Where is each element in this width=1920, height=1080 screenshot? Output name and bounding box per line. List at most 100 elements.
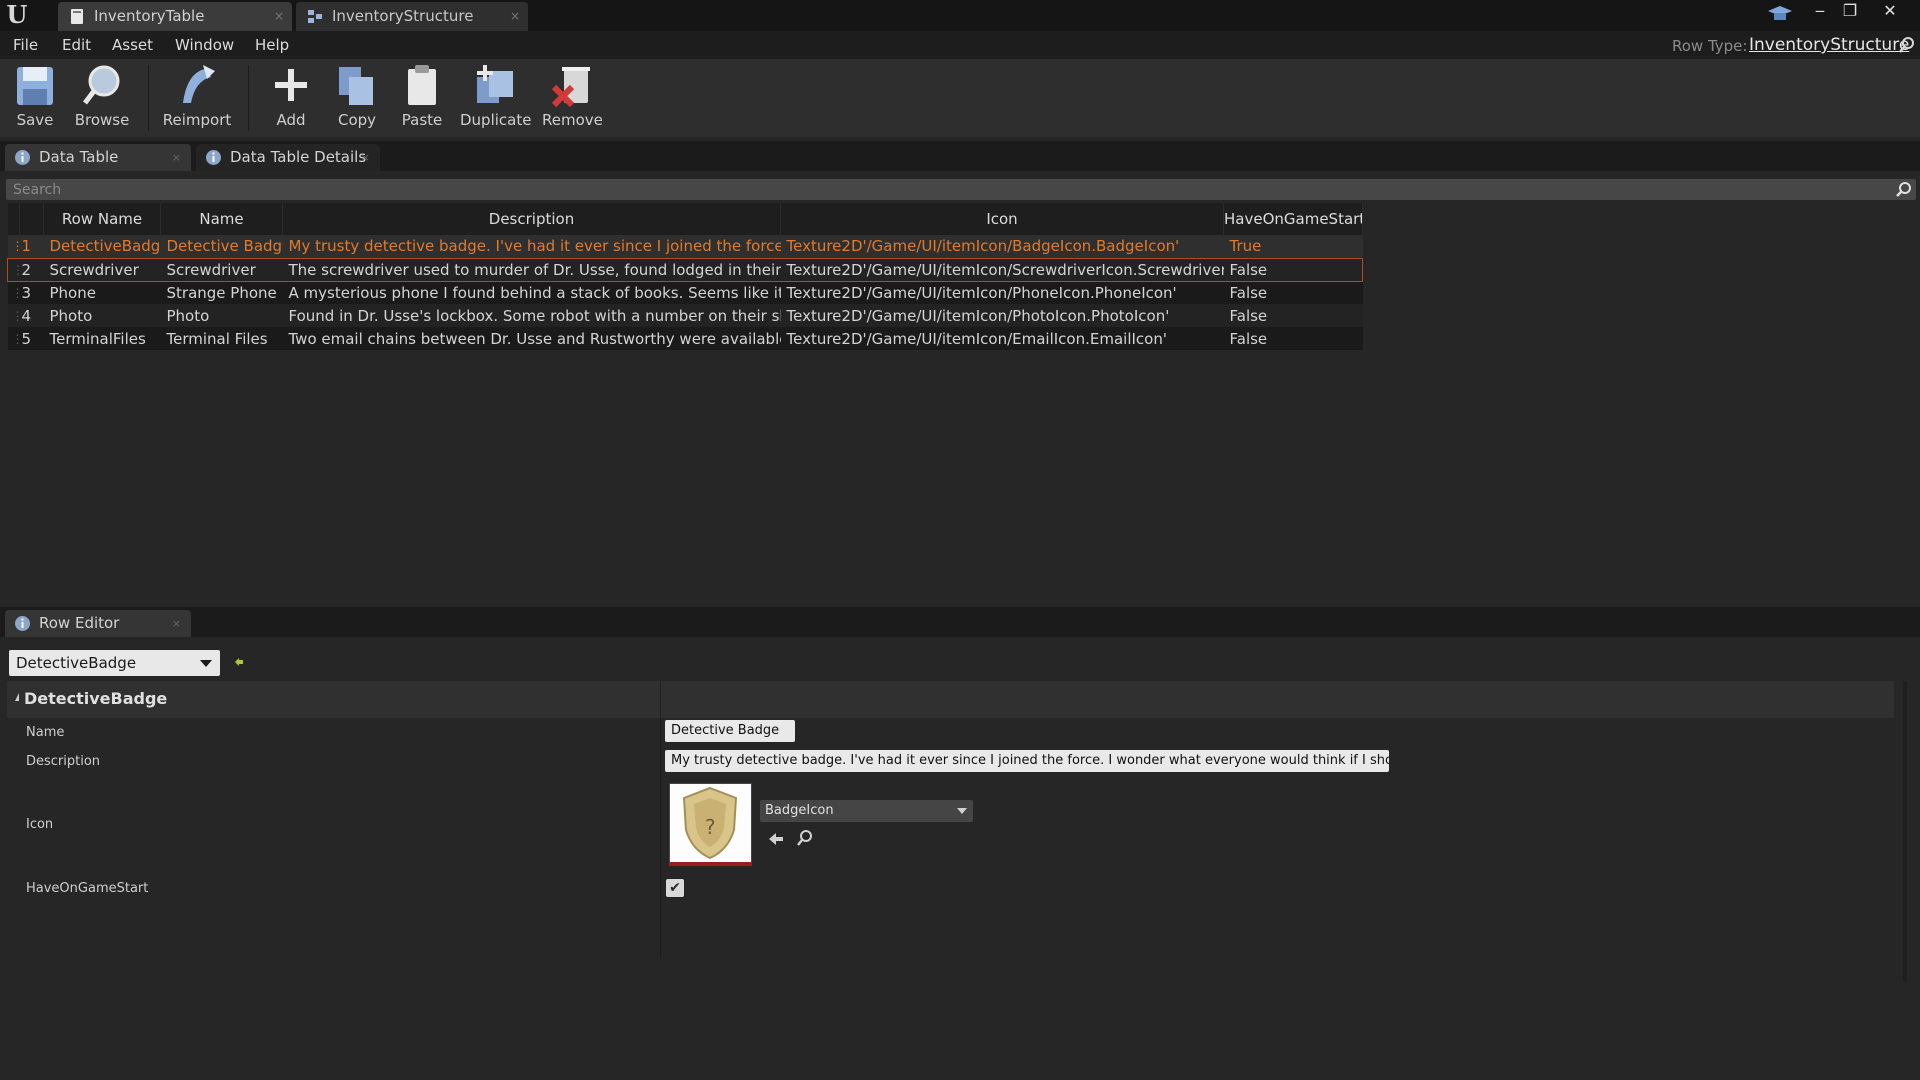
row-index: 1 — [19, 235, 44, 258]
row-index: 4 — [19, 304, 44, 327]
tab-inventory-table[interactable]: InventoryTable × — [58, 2, 292, 31]
drag-handle-icon[interactable]: ⋮⋮ — [7, 327, 20, 350]
reimport-label: Reimport — [162, 111, 232, 129]
icon-asset-value: BadgeIcon — [765, 803, 834, 818]
close-tab-icon[interactable]: × — [510, 2, 520, 31]
row-select-dropdown[interactable]: DetectiveBadge — [9, 650, 220, 676]
menu-window[interactable]: Window — [175, 36, 234, 54]
remove-label: Remove — [542, 111, 603, 129]
search-bar — [6, 179, 1916, 200]
cell-name: Detective Badge — [160, 235, 283, 258]
close-tab-icon[interactable]: × — [172, 610, 181, 637]
title-bar: U InventoryTable × InventoryStructure × … — [0, 0, 1920, 31]
remove-icon — [551, 67, 590, 108]
drag-handle-icon[interactable]: ⋮⋮ — [7, 281, 20, 304]
cell-have-on-game-start: False — [1223, 304, 1363, 327]
paste-label: Paste — [401, 111, 443, 129]
table-row[interactable]: ⋮⋮ 5 TerminalFiles Terminal Files Two em… — [7, 327, 1363, 350]
close-tab-icon[interactable]: × — [172, 144, 181, 171]
browse-asset-search-icon[interactable] — [796, 829, 814, 847]
cell-name: Screwdriver — [160, 257, 283, 282]
use-selected-asset-arrow-icon[interactable] — [767, 830, 785, 848]
name-field[interactable]: Detective Badge — [665, 720, 795, 742]
menu-asset[interactable]: Asset — [112, 36, 153, 54]
cell-description: Found in Dr. Usse's lockbox. Some robot … — [282, 304, 781, 327]
search-icon[interactable] — [1898, 36, 1916, 54]
data-table-icon — [71, 9, 83, 24]
column-header-icon[interactable]: Icon — [780, 203, 1224, 235]
close-window-icon[interactable]: ✕ — [1872, 0, 1908, 22]
copy-button[interactable]: Copy — [330, 63, 384, 135]
save-button[interactable]: Save — [10, 63, 60, 135]
chevron-down-icon — [957, 808, 967, 814]
column-header-row-name[interactable]: Row Name — [43, 203, 161, 235]
cell-icon: Texture2D'/Game/UI/itemIcon/EmailIcon.Em… — [780, 327, 1224, 350]
column-header-name[interactable]: Name — [160, 203, 283, 235]
close-tab-icon[interactable]: × — [361, 144, 370, 171]
tab-inventory-structure[interactable]: InventoryStructure × — [296, 2, 528, 31]
icon-thumbnail[interactable]: ? — [669, 783, 752, 866]
drag-handle-icon[interactable]: ⋮⋮ — [7, 304, 20, 327]
have-on-game-start-checkbox[interactable]: ✔ — [666, 879, 684, 897]
icon-label: Icon — [26, 817, 54, 832]
paste-button[interactable]: Paste — [398, 63, 446, 135]
menu-bar: File Edit Asset Window Help Row Type: In… — [0, 31, 1920, 59]
reimport-button[interactable]: Reimport — [160, 63, 234, 135]
toolbar-divider — [148, 65, 149, 131]
reimport-icon — [183, 65, 215, 103]
table-row[interactable]: ⋮⋮ 2 Screwdriver Screwdriver The screwdr… — [7, 257, 1363, 282]
cell-row-name: Photo — [43, 304, 161, 327]
cell-have-on-game-start: False — [1223, 327, 1363, 350]
drag-handle-icon[interactable]: ⋮⋮ — [7, 257, 20, 282]
save-label: Save — [16, 111, 54, 129]
copy-label: Copy — [337, 111, 377, 129]
column-header-description[interactable]: Description — [282, 203, 781, 235]
close-tab-icon[interactable]: × — [274, 2, 284, 31]
add-icon — [275, 69, 307, 101]
drag-handle-icon[interactable]: ⋮⋮ — [7, 235, 20, 258]
tab-label: Row Editor — [39, 614, 120, 632]
info-icon — [15, 616, 30, 631]
collapse-arrow-icon[interactable] — [11, 693, 19, 701]
reset-to-default-icon[interactable] — [233, 656, 245, 668]
icon-asset-dropdown[interactable]: BadgeIcon — [760, 800, 973, 822]
cell-have-on-game-start: False — [1223, 257, 1363, 282]
index-header — [19, 203, 44, 235]
tab-label: Data Table Details — [230, 148, 367, 166]
checkmark-icon: ✔ — [669, 880, 681, 896]
column-header-have-on-game-start[interactable]: HaveOnGameStart — [1223, 203, 1363, 235]
browse-button[interactable]: Browse — [72, 63, 132, 135]
grip-header — [7, 203, 20, 235]
property-divider[interactable] — [660, 718, 661, 958]
tab-label: InventoryStructure — [332, 7, 474, 25]
tutorial-hat-icon[interactable] — [1766, 3, 1794, 25]
menu-edit[interactable]: Edit — [62, 36, 91, 54]
remove-button[interactable]: Remove — [542, 63, 603, 135]
scrollbar[interactable] — [1903, 681, 1907, 981]
copy-icon — [339, 67, 373, 105]
table-row[interactable]: ⋮⋮ 4 Photo Photo Found in Dr. Usse's loc… — [7, 304, 1363, 327]
name-label: Name — [26, 725, 65, 740]
search-input[interactable] — [6, 179, 1886, 200]
table-row[interactable]: ⋮⋮ 1 DetectiveBadge Detective Badge My t… — [7, 235, 1363, 258]
cell-row-name: Phone — [43, 281, 161, 304]
tab-row-editor[interactable]: Row Editor × — [5, 610, 191, 637]
tab-data-table[interactable]: Data Table × — [5, 144, 191, 171]
unreal-logo-icon: U — [6, 0, 28, 29]
category-header[interactable]: DetectiveBadge — [7, 681, 1894, 718]
description-field[interactable]: My trusty detective badge. I've had it e… — [665, 750, 1389, 772]
table-row[interactable]: ⋮⋮ 3 Phone Strange Phone A mysterious ph… — [7, 281, 1363, 304]
info-icon — [15, 150, 30, 165]
cell-description: The screwdriver used to murder of Dr. Us… — [282, 257, 781, 282]
add-button[interactable]: Add — [266, 63, 316, 135]
menu-file[interactable]: File — [13, 36, 38, 54]
menu-help[interactable]: Help — [255, 36, 289, 54]
duplicate-button[interactable]: Duplicate — [460, 63, 531, 135]
row-editor-panel: DetectiveBadge DetectiveBadge Name Detec… — [0, 637, 1920, 1080]
restore-icon[interactable]: ❐ — [1832, 0, 1868, 22]
cell-have-on-game-start: True — [1223, 235, 1363, 258]
search-icon[interactable] — [1895, 181, 1912, 198]
tab-data-table-details[interactable]: Data Table Details × — [196, 144, 380, 171]
row-type-link[interactable]: InventoryStructure — [1749, 35, 1909, 55]
row-select-value: DetectiveBadge — [16, 654, 137, 672]
